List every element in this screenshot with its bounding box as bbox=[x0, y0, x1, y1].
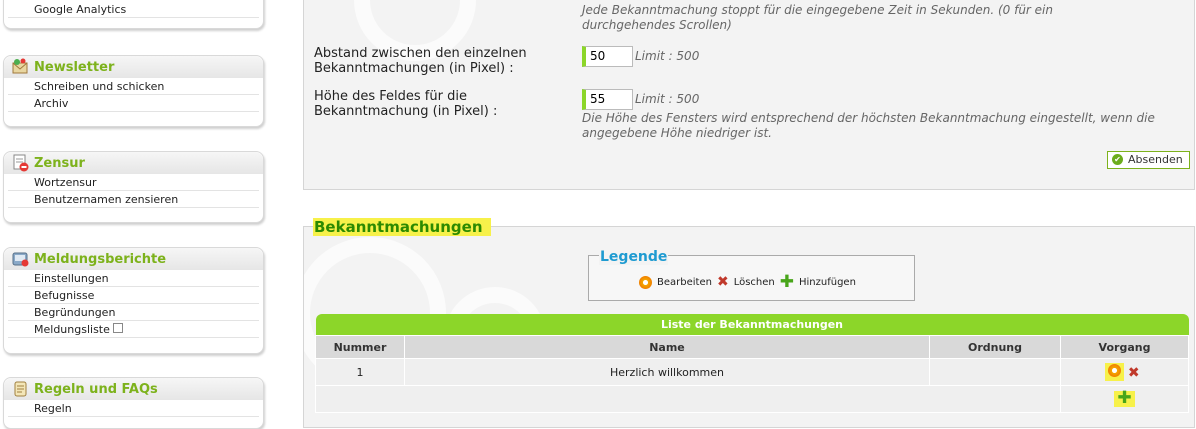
add-icon: ✚ bbox=[779, 272, 794, 292]
row-name: Herzlich willkommen bbox=[404, 358, 930, 386]
column-header-order: Ordnung bbox=[929, 335, 1061, 359]
edit-button[interactable] bbox=[1105, 363, 1125, 381]
legend-delete-label: Löschen bbox=[733, 277, 775, 288]
sidebar-item-schreiben[interactable]: Schreiben und schicken bbox=[8, 78, 259, 95]
delete-icon: ✖ bbox=[716, 274, 729, 290]
table-row-add: ✚ bbox=[315, 385, 1189, 413]
sidebar-header-meldungsberichte[interactable]: Meldungsberichte bbox=[4, 248, 263, 270]
sidebar-box-newsletter: Newsletter Schreiben und schicken Archiv bbox=[3, 55, 264, 127]
newsletter-icon bbox=[12, 58, 30, 76]
submit-label: Absenden bbox=[1128, 153, 1183, 166]
sidebar-item-einstellungen[interactable]: Einstellungen bbox=[8, 270, 259, 287]
row-number: 1 bbox=[315, 358, 405, 386]
height-hint: Die Höhe des Fensters wird entsprechend … bbox=[582, 111, 1155, 140]
sidebar-box-zensur: Zensur Wortzensur Benutzernamen zensiere… bbox=[3, 151, 264, 223]
sidebar-item-befugnisse[interactable]: Befugnisse bbox=[8, 287, 259, 304]
announcements-title: Bekanntmachungen bbox=[313, 218, 491, 236]
table-row: 1 Herzlich willkommen ✖ bbox=[315, 358, 1189, 386]
column-header-name: Name bbox=[404, 335, 930, 359]
sidebar-box-regeln: Regeln und FAQs Regeln bbox=[3, 377, 264, 429]
sidebar-header-zensur[interactable]: Zensur bbox=[4, 152, 263, 174]
sidebar-item-archiv[interactable]: Archiv bbox=[8, 95, 259, 112]
spacing-limit: Limit : 500 bbox=[635, 49, 700, 63]
edit-icon bbox=[1108, 364, 1122, 377]
sidebar-item-begruendungen[interactable]: Begründungen bbox=[8, 304, 259, 321]
delete-button[interactable]: ✖ bbox=[1128, 366, 1140, 380]
sidebar-box-top: Google Analytics bbox=[3, 0, 264, 29]
legend-add-label: Hinzufügen bbox=[799, 277, 856, 288]
sidebar-item-wortzensur[interactable]: Wortzensur bbox=[8, 174, 259, 191]
censor-icon bbox=[12, 154, 30, 172]
column-header-number: Nummer bbox=[315, 335, 405, 359]
spacing-label: Abstand zwischen den einzelnen Bekanntma… bbox=[314, 46, 527, 76]
sidebar-item-regeln[interactable]: Regeln bbox=[8, 400, 259, 417]
sidebar-item-google-analytics[interactable]: Google Analytics bbox=[8, 1, 259, 18]
sidebar-title-zensur: Zensur bbox=[34, 155, 85, 171]
sidebar-title-meldungsberichte: Meldungsberichte bbox=[34, 251, 167, 267]
height-input[interactable]: 55 bbox=[582, 89, 633, 110]
checkmark-icon: ✔ bbox=[1112, 154, 1123, 165]
report-icon bbox=[12, 250, 30, 268]
sidebar-item-meldungsliste-label: Meldungsliste bbox=[34, 323, 110, 336]
sidebar-item-benutzernamen-zensieren[interactable]: Benutzernamen zensieren bbox=[8, 191, 259, 208]
sidebar-header-regeln[interactable]: Regeln und FAQs bbox=[4, 378, 263, 400]
scroll-icon bbox=[12, 380, 30, 398]
sidebar-title-regeln: Regeln und FAQs bbox=[34, 381, 158, 397]
legend-title: Legende bbox=[599, 249, 669, 265]
legend-edit-label: Bearbeiten bbox=[657, 277, 712, 288]
sidebar: Google Analytics Newsletter Schreiben un… bbox=[0, 0, 268, 429]
height-label: Höhe des Feldes für die Bekanntmachung (… bbox=[314, 89, 498, 119]
spacing-input[interactable]: 50 bbox=[582, 46, 633, 67]
sidebar-box-meldungsberichte: Meldungsberichte Einstellungen Befugniss… bbox=[3, 247, 264, 354]
add-button[interactable]: ✚ bbox=[1114, 388, 1135, 408]
table-caption: Liste der Bekanntmachungen bbox=[315, 314, 1189, 336]
column-header-action: Vorgang bbox=[1060, 335, 1189, 359]
external-link-icon bbox=[112, 323, 123, 333]
add-cell: ✚ bbox=[1060, 385, 1189, 413]
empty-cell bbox=[315, 385, 1061, 413]
sidebar-item-meldungsliste[interactable]: Meldungsliste bbox=[8, 321, 259, 338]
legend-box: Legende Bearbeiten ✖ Löschen ✚ Hinzufüge… bbox=[588, 249, 915, 301]
submit-button[interactable]: ✔ Absenden bbox=[1107, 151, 1190, 169]
edit-icon bbox=[639, 276, 652, 289]
row-actions: ✖ bbox=[1060, 358, 1189, 386]
row-order bbox=[929, 358, 1061, 386]
announcements-table: Liste der Bekanntmachungen Nummer Name O… bbox=[315, 314, 1189, 413]
sidebar-header-newsletter[interactable]: Newsletter bbox=[4, 56, 263, 78]
height-limit: Limit : 500 bbox=[635, 92, 700, 106]
legend-items: Bearbeiten ✖ Löschen ✚ Hinzufügen bbox=[639, 272, 861, 292]
add-icon: ✚ bbox=[1117, 388, 1132, 408]
stop-time-hint: Jede Bekanntmachung stoppt für die einge… bbox=[582, 3, 1053, 32]
sidebar-title-newsletter: Newsletter bbox=[34, 59, 115, 75]
